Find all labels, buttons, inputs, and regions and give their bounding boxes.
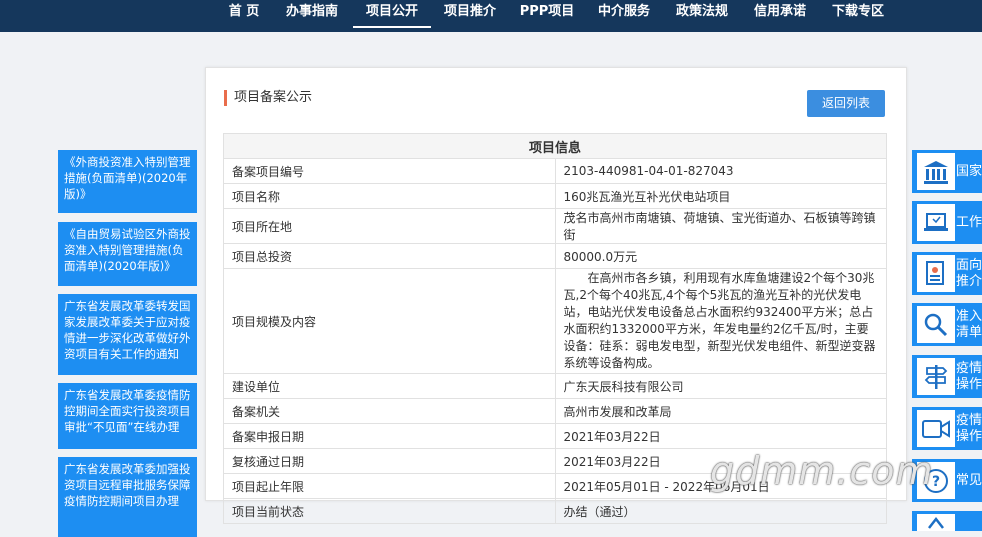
row-label: 项目规模及内容: [223, 268, 556, 374]
row-label: 备案项目编号: [223, 158, 556, 184]
video-camera-icon: [917, 410, 955, 447]
nav-intermediary[interactable]: 中介服务: [585, 0, 663, 28]
row-value: 160兆瓦渔光互补光伏电站项目: [554, 183, 887, 209]
nav-download[interactable]: 下载专区: [819, 0, 897, 28]
row-value: 2103-440981-04-01-827043: [554, 158, 887, 184]
row-label: 备案申报日期: [223, 423, 556, 449]
left-link-foreign-investment-notice[interactable]: 广东省发展改革委转发国家发展改革委关于应对疫情进一步深化改革做好外资项目有关工作…: [58, 294, 197, 375]
right-link-access-list[interactable]: 准入 清单: [912, 303, 982, 346]
right-link-national[interactable]: 国家: [912, 150, 982, 193]
row-value: 办结（通过）: [554, 498, 887, 524]
nav-project-promotion[interactable]: 项目推介: [431, 0, 509, 28]
row-label: 建设单位: [223, 373, 556, 399]
search-icon: [917, 306, 955, 343]
nav-project-public[interactable]: 项目公开: [353, 0, 431, 28]
right-link-label: 常见: [956, 473, 982, 488]
bank-icon: [917, 153, 955, 190]
right-link-label: 国家: [956, 164, 982, 179]
tools-icon: [917, 514, 955, 531]
row-label: 项目所在地: [223, 208, 556, 244]
table-row: 项目总投资 80000.0万元: [223, 243, 887, 269]
watermark: gdmm.com: [710, 449, 934, 493]
table-row: 项目当前状态 办结（通过）: [223, 498, 887, 524]
right-link-label: 面向民间 推介: [956, 258, 982, 289]
nav-credit[interactable]: 信用承诺: [741, 0, 819, 28]
row-label: 备案机关: [223, 398, 556, 424]
table-row: 备案申报日期 2021年03月22日: [223, 423, 887, 449]
right-link-epidemic-video[interactable]: 疫情防 操作指: [912, 407, 982, 450]
nav-policy[interactable]: 政策法规: [663, 0, 741, 28]
table-row: 项目规模及内容 在高州市各乡镇，利用现有水库鱼塘建设2个每个30兆瓦,2个每个4…: [223, 268, 887, 374]
row-value: 在高州市各乡镇，利用现有水库鱼塘建设2个每个30兆瓦,2个每个40兆瓦,4个每个…: [554, 268, 887, 374]
left-link-ftz-negative-list[interactable]: 《自由贸易试验区外商投资准入特别管理措施(负面清单)(2020年版)》: [58, 222, 197, 286]
table-row: 备案机关 高州市发展和改革局: [223, 398, 887, 424]
row-label: 项目当前状态: [223, 498, 556, 524]
panel-title: 项目备案公示: [224, 90, 312, 106]
right-link-label: 疫情防 操作: [956, 361, 982, 392]
signpost-icon: [917, 358, 955, 395]
row-label: 项目起止年限: [223, 473, 556, 499]
table-row: 项目所在地 茂名市高州市南塘镇、荷塘镇、宝光街道办、石板镇等跨镇街: [223, 208, 887, 244]
right-link-label: 工作: [956, 215, 982, 230]
right-link-work[interactable]: 工作: [912, 201, 982, 244]
nav-ppp[interactable]: PPP项目: [509, 0, 585, 28]
main-nav: 首 页 办事指南 项目公开 项目推介 PPP项目 中介服务 政策法规 信用承诺 …: [215, 0, 897, 28]
row-value: 广东天辰科技有限公司: [554, 373, 887, 399]
row-value: 80000.0万元: [554, 243, 887, 269]
nav-guide[interactable]: 办事指南: [273, 0, 351, 28]
nav-home[interactable]: 首 页: [215, 0, 273, 28]
project-filing-panel: 项目备案公示 返回列表 项目信息 备案项目编号 2103-440981-04-0…: [205, 67, 907, 524]
table-row: 建设单位 广东天辰科技有限公司: [223, 373, 887, 399]
left-link-remote-approval[interactable]: 广东省发展改革委加强投资项目远程审批服务保障疫情防控期间项目办理: [58, 457, 197, 537]
document-user-icon: [917, 255, 955, 292]
row-value: 高州市发展和改革局: [554, 398, 887, 424]
right-link-label: 疫情防 操作指: [956, 413, 982, 444]
laptop-icon: [917, 204, 955, 241]
right-link-label: 准入 清单: [956, 309, 982, 340]
right-link-private-promotion[interactable]: 面向民间 推介: [912, 252, 982, 295]
right-link-more[interactable]: [912, 511, 982, 531]
left-link-online-approval[interactable]: 广东省发展改革委疫情防控期间全面实行投资项目审批“不见面”在线办理: [58, 383, 197, 449]
table-header: 项目信息: [223, 133, 887, 159]
row-label: 项目名称: [223, 183, 556, 209]
row-label: 复核通过日期: [223, 448, 556, 474]
row-value: 茂名市高州市南塘镇、荷塘镇、宝光街道办、石板镇等跨镇街: [554, 208, 887, 244]
top-navigation-bar: 首 页 办事指南 项目公开 项目推介 PPP项目 中介服务 政策法规 信用承诺 …: [0, 0, 982, 32]
left-link-negative-list-2020[interactable]: 《外商投资准入特别管理措施(负面清单)(2020年版)》: [58, 150, 197, 213]
table-row: 备案项目编号 2103-440981-04-01-827043: [223, 158, 887, 184]
row-label: 项目总投资: [223, 243, 556, 269]
row-value: 2021年03月22日: [554, 423, 887, 449]
table-row: 项目名称 160兆瓦渔光互补光伏电站项目: [223, 183, 887, 209]
right-link-epidemic-guide[interactable]: 疫情防 操作: [912, 355, 982, 398]
back-to-list-button[interactable]: 返回列表: [807, 90, 885, 117]
